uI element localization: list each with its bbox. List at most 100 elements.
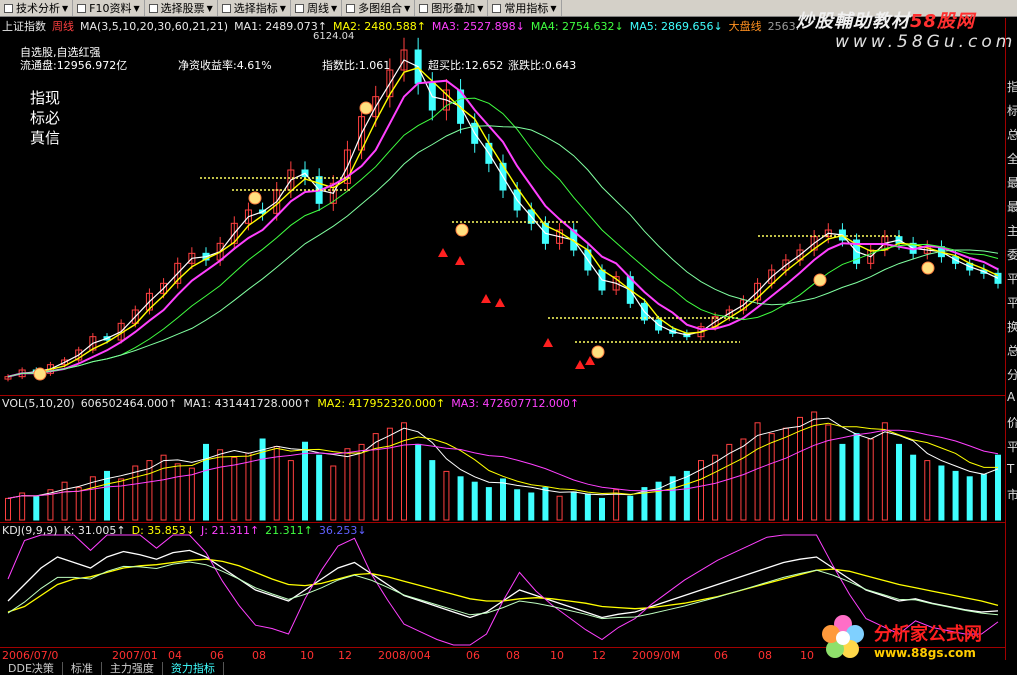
x-axis-tick: 2009/0M [632,649,681,662]
volume-bar [782,427,789,521]
x-axis-tick: 06 [714,649,728,662]
volume-bar [75,487,82,521]
x-axis-tick: 12 [592,649,606,662]
bottom-tab-bar: DDE决策 标准 主力强度 资力指标 [0,662,1017,675]
bottom-tab-3[interactable]: 资力指标 [163,662,224,675]
volume-bar [188,467,195,521]
smiley-icon [248,191,262,205]
right-axis-label: 最 [1007,200,1017,214]
x-axis-tick: 04 [168,649,182,662]
right-axis-label: 指 [1007,80,1017,94]
volume-bar [61,481,68,521]
volume-bar [811,411,818,521]
flower-logo-icon [822,615,864,658]
volume-bar [146,460,153,521]
volume-bar [372,433,379,521]
smiley-icon [921,261,935,275]
right-axis-label: 市 [1007,488,1017,502]
volume-header: VOL(5,10,20) 606502464.000↑ MA1: 431441728… [2,397,579,410]
right-info-axis: 指标总全最最主委平平换总分A价平T市 [1005,18,1017,660]
volume-bar [174,463,181,521]
right-axis-label: 分 [1007,368,1017,382]
smiley-icon [33,367,47,381]
vol-name[interactable]: VOL(5,10,20) [2,397,75,410]
volume-bar [599,497,605,521]
kdj-d-line [7,558,999,613]
kdj-d: D: 35.853↓ [131,524,196,537]
volume-bar [853,433,860,521]
volume-bar [980,474,987,521]
logo-url[interactable]: www.88gs.com [874,646,976,660]
vol-value: 606502464.000↑ [80,397,178,410]
volume-bar [5,497,11,521]
right-axis-label: 价 [1007,416,1017,430]
kdj-j: J: 21.311↑ [201,524,260,537]
right-axis-label: 平 [1007,272,1017,286]
right-axis-label: 平 [1007,440,1017,454]
x-axis-tick: 2007/01 [112,649,158,662]
volume-bar [740,438,747,521]
volume-bar [896,443,902,521]
ma1-line [7,59,999,378]
volume-bar [825,424,832,521]
volume-bar [924,460,931,521]
bottom-tab-1[interactable]: 标准 [63,662,102,675]
volume-bar [627,495,634,521]
volume-bar [995,454,1001,521]
x-axis-tick: 10 [800,649,814,662]
volume-bar [500,478,506,521]
ma3-line [7,79,999,378]
x-axis-tick: 2006/07/0 [2,649,59,662]
right-axis-label: 最 [1007,176,1017,190]
kdj-name[interactable]: KDJ(9,9,9) [2,524,58,537]
x-axis-tick: 08 [506,649,520,662]
volume-bar [443,470,450,521]
x-axis-tick: 08 [758,649,772,662]
x-axis-tick: 06 [466,649,480,662]
volume-bar [726,443,733,521]
volume-bar [89,476,96,521]
volume-bar [457,476,464,521]
x-axis-tick: 12 [338,649,352,662]
volume-bar [910,454,917,521]
volume-bar [33,495,40,521]
kdj-k: K: 31.005↑ [63,524,126,537]
chart-canvas [4,37,1002,646]
right-axis-label: 平 [1007,296,1017,310]
kdj-k2: 21.311↑ [265,524,313,537]
right-axis-label: 全 [1007,152,1017,166]
volume-bar [160,454,167,521]
buy-signal-icon [575,360,585,369]
volume-bar [471,481,478,521]
smiley-icon [455,223,469,237]
volume-bar [287,460,294,521]
volume-bar [839,443,846,521]
volume-bar [245,452,252,521]
bottom-tab-2[interactable]: 主力强度 [102,662,163,675]
buy-signal-icon [495,298,505,307]
volume-bar [330,465,337,521]
volume-bar [712,454,719,521]
volume-bar [528,492,535,521]
volume-bar [938,465,945,521]
right-axis-label: 换 [1007,320,1017,334]
buy-signal-icon [585,356,595,365]
bottom-tab-0[interactable]: DDE决策 [0,662,63,675]
volume-bar [217,449,224,521]
volume-bar [542,487,549,521]
volume-bar [231,456,238,521]
x-axis-tick: 06 [210,649,224,662]
volume-bar [867,438,874,521]
right-axis-label: A [1007,390,1016,404]
volume-bar [881,422,888,521]
volume-bar [683,470,690,521]
ma4-line [7,97,999,378]
volume-bar [768,433,775,521]
volume-bar [316,454,323,521]
vol-ma3: MA3: 472607712.000↑ [451,397,580,410]
kdj-header: KDJ(9,9,9) K: 31.005↑ D: 35.853↓ J: 21.311↑… [2,524,367,537]
right-axis-label: 委 [1007,248,1017,262]
volume-bar [415,443,422,521]
logo-name[interactable]: 分析家公式网 [874,620,982,646]
buy-signal-icon [455,256,465,265]
